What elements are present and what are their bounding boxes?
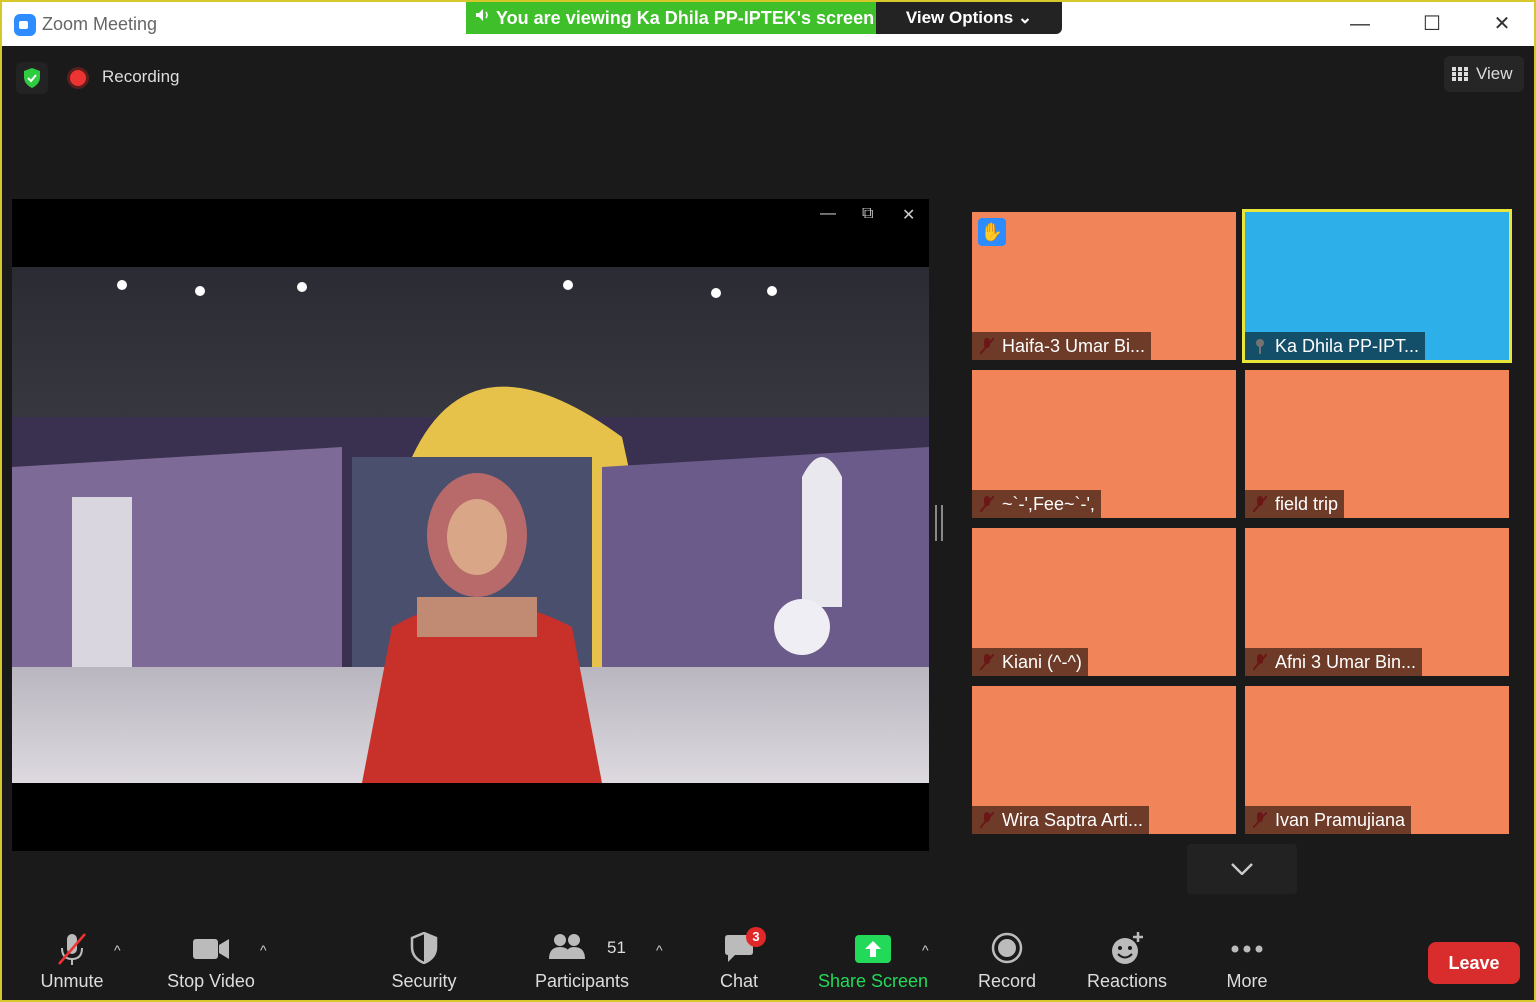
speaker-icon [474, 2, 492, 34]
stop-video-button[interactable]: Stop Video [157, 914, 265, 1000]
stop-video-label: Stop Video [167, 971, 255, 991]
maximize-button[interactable]: ☐ [1414, 10, 1450, 38]
reactions-button[interactable]: Reactions [1082, 914, 1172, 1000]
recording-dot-icon [70, 70, 86, 86]
shared-screen: — ⧉ ✕ [12, 199, 929, 851]
video-tile-active-speaker[interactable]: Ka Dhila PP-IPT... [1242, 209, 1512, 363]
grid-icon [1452, 67, 1468, 81]
participant-name: Ka Dhila PP-IPT... [1245, 332, 1426, 360]
shared-close-button[interactable]: ✕ [902, 205, 915, 225]
zoom-app-icon [14, 14, 36, 36]
close-window-button[interactable]: ✕ [1484, 10, 1520, 38]
meeting-topbar: Recording View [2, 46, 1534, 104]
muted-microphone-icon [58, 933, 86, 965]
share-screen-arrow-icon [855, 935, 891, 963]
panel-splitter-handle[interactable] [935, 505, 943, 541]
video-tile[interactable]: Afni 3 Umar Bin... [1245, 528, 1509, 676]
chat-button[interactable]: 3 Chat [702, 914, 776, 1000]
share-options-caret-icon[interactable]: ^ [922, 942, 929, 958]
chevron-down-icon [1231, 863, 1253, 875]
participants-button[interactable]: 51 Participants [530, 914, 634, 1000]
leave-button[interactable]: Leave [1428, 942, 1520, 984]
participants-count: 51 [607, 938, 626, 957]
shared-restore-button[interactable]: ⧉ [862, 205, 873, 223]
shared-minimize-button[interactable]: — [820, 205, 836, 223]
unmute-button[interactable]: Unmute [22, 914, 122, 1000]
zoom-window: Zoom Meeting — ☐ ✕ You are viewing Ka Dh… [0, 0, 1536, 1002]
chat-label: Chat [719, 971, 759, 991]
viewing-screen-banner: You are viewing Ka Dhila PP-IPTEK's scre… [466, 2, 876, 34]
video-tile[interactable]: Wira Saptra Arti... [972, 686, 1236, 834]
security-shield-icon [410, 932, 438, 964]
video-tile[interactable]: field trip [1245, 370, 1509, 518]
video-options-caret-icon[interactable]: ^ [260, 942, 267, 958]
gallery-next-page-button[interactable] [1187, 844, 1297, 894]
ellipsis-icon [1231, 945, 1263, 953]
viewing-screen-text: You are viewing Ka Dhila PP-IPTEK's scre… [496, 8, 875, 28]
video-tile[interactable]: Ivan Pramujiana [1245, 686, 1509, 834]
unmute-label: Unmute [40, 971, 104, 991]
share-screen-button[interactable]: Share Screen [814, 914, 932, 1000]
raised-hand-icon: ✋ [978, 218, 1006, 246]
participant-name: Haifa-3 Umar Bi... [972, 332, 1152, 360]
participants-label: Participants [534, 971, 630, 991]
video-tile[interactable]: Kiani (^-^) [972, 528, 1236, 676]
reactions-label: Reactions [1086, 971, 1168, 991]
encryption-shield-icon[interactable] [16, 62, 48, 94]
security-label: Security [391, 971, 457, 991]
minimize-button[interactable]: — [1342, 10, 1378, 38]
view-button-label: View [1476, 64, 1513, 83]
shared-video-scene [12, 267, 929, 783]
more-label: More [1226, 971, 1268, 991]
record-button[interactable]: Record [962, 914, 1052, 1000]
audio-options-caret-icon[interactable]: ^ [114, 942, 121, 958]
participants-icon [549, 934, 586, 959]
participant-name: Ivan Pramujiana [1245, 806, 1412, 834]
emoji-plus-icon [1112, 932, 1143, 964]
view-button[interactable]: View [1444, 56, 1524, 92]
participant-name: Afni 3 Umar Bin... [1245, 648, 1423, 676]
participant-name: field trip [1245, 490, 1345, 518]
record-label: Record [977, 971, 1037, 991]
security-button[interactable]: Security [374, 914, 474, 1000]
more-button[interactable]: More [1202, 914, 1292, 1000]
participant-name: ~`-',Fee~`-', [972, 490, 1101, 518]
chat-unread-badge: 3 [746, 927, 766, 947]
record-icon [991, 932, 1023, 964]
participants-options-caret-icon[interactable]: ^ [656, 942, 663, 958]
view-options-button[interactable]: View Options ⌄ [876, 2, 1062, 34]
video-tile[interactable]: ~`-',Fee~`-', [972, 370, 1236, 518]
participant-name: Wira Saptra Arti... [972, 806, 1150, 834]
video-camera-icon [193, 939, 229, 959]
recording-label: Recording [102, 67, 180, 86]
participant-name: Kiani (^-^) [972, 648, 1088, 676]
video-tile[interactable]: ✋ Haifa-3 Umar Bi... [972, 212, 1236, 360]
meeting-toolbar: Unmute ^ Stop Video ^ Security 51 Partic… [2, 914, 1534, 1000]
window-title: Zoom Meeting [42, 14, 158, 34]
share-screen-label: Share Screen [817, 971, 929, 991]
